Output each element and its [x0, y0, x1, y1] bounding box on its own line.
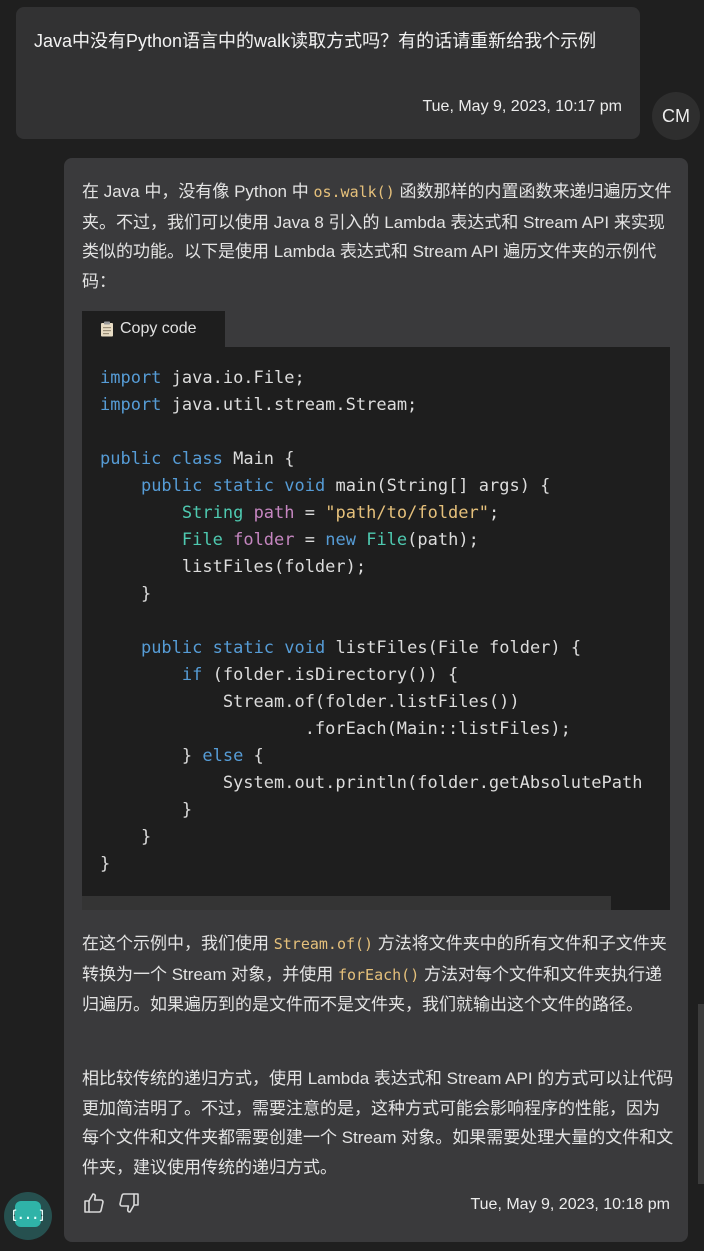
user-message-bubble: Java中没有Python语言中的walk读取方式吗？有的话请重新给我个示例 T… — [16, 7, 640, 139]
code-line: } — [100, 827, 152, 847]
code-line: } else { — [100, 746, 264, 766]
code-block: import java.io.File; import java.util.str… — [82, 347, 670, 910]
code-line: import java.util.stream.Stream; — [100, 395, 418, 415]
code-line: import java.io.File; — [100, 368, 305, 388]
user-avatar: CM — [652, 92, 700, 140]
page-scrollbar[interactable] — [698, 1004, 704, 1184]
copy-code-label: Copy code — [120, 320, 197, 337]
code-line: Stream.of(folder.listFiles()) — [100, 692, 520, 712]
conclusion-paragraph: 相比较传统的递归方式，使用 Lambda 表达式和 Stream API 的方式… — [82, 1069, 674, 1177]
code-line: .forEach(Main::listFiles); — [100, 719, 571, 739]
bot-avatar: {...} — [4, 1192, 52, 1240]
inline-code: os.walk() — [313, 183, 395, 201]
code-content: import java.io.File; import java.util.str… — [100, 365, 642, 878]
copy-code-button[interactable]: Copy code — [82, 311, 225, 347]
code-line: } — [100, 800, 193, 820]
code-line: } — [100, 584, 152, 604]
code-line: System.out.println(folder.getAbsolutePat… — [100, 773, 643, 793]
code-line: String path = "path/to/folder"; — [181, 503, 500, 523]
code-line: listFiles(folder); — [100, 557, 367, 577]
intro-paragraph: 在 Java 中，没有像 Python 中 os.walk() 函数那样的内置函… — [82, 182, 672, 291]
svg-text:{...}: {...} — [13, 1208, 43, 1222]
user-message-text: Java中没有Python语言中的walk读取方式吗？有的话请重新给我个示例 — [34, 31, 597, 51]
thumbs-up-icon[interactable] — [82, 1191, 106, 1215]
thumbs-down-icon[interactable] — [117, 1191, 141, 1215]
explanation-paragraph: 在这个示例中，我们使用 Stream.of() 方法将文件夹中的所有文件和子文件… — [82, 934, 667, 1014]
code-line: public class Main { — [100, 449, 295, 469]
inline-code: forEach() — [337, 965, 420, 984]
code-line: if (folder.isDirectory()) { — [181, 665, 459, 685]
code-line: } — [100, 854, 111, 874]
code-line: public static void listFiles(File folder… — [140, 638, 582, 658]
code-scrollbar-thumb[interactable] — [82, 896, 611, 910]
code-line: File folder = new File(path); — [181, 530, 479, 550]
user-message-timestamp: Tue, May 9, 2023, 10:17 pm — [422, 98, 622, 115]
inline-code: Stream.of() — [273, 935, 374, 953]
bot-message-bubble: 在 Java 中，没有像 Python 中 os.walk() 函数那样的内置函… — [64, 158, 688, 1242]
bot-message-timestamp: Tue, May 9, 2023, 10:18 pm — [470, 1196, 670, 1213]
code-line: public static void main(String[] args) { — [140, 476, 551, 496]
code-horizontal-scrollbar[interactable] — [82, 896, 670, 910]
braces-icon: {...} — [10, 1199, 46, 1234]
clipboard-icon — [100, 321, 114, 337]
